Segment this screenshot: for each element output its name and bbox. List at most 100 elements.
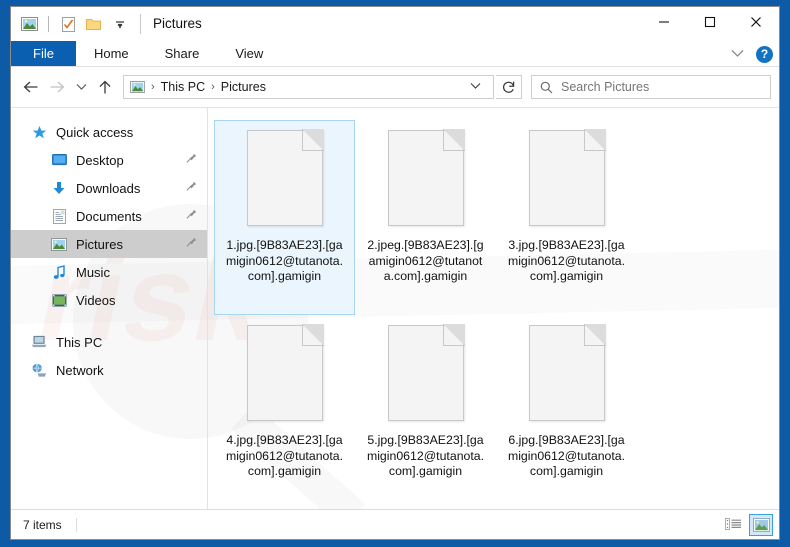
sidebar-label-this-pc: This PC: [56, 334, 103, 350]
search-input[interactable]: Search Pictures: [531, 75, 771, 99]
sidebar-item-downloads[interactable]: Downloads: [11, 174, 207, 202]
blank-file-icon: [246, 324, 324, 421]
sidebar-item-music[interactable]: Music: [11, 258, 207, 286]
this-pc-icon: [29, 333, 49, 351]
sidebar-item-pictures[interactable]: Pictures: [11, 230, 207, 258]
chevron-down-icon[interactable]: [727, 47, 748, 61]
ribbon-tab-bar: File Home Share View ?: [11, 41, 779, 67]
properties-icon[interactable]: [58, 14, 78, 34]
blank-file-icon: [387, 129, 465, 226]
download-icon: [49, 179, 69, 197]
file-name: 1.jpg.[9B83AE23].[gamigin0612@tutanota.c…: [225, 238, 344, 283]
new-folder-icon[interactable]: [84, 14, 104, 34]
file-item[interactable]: 6.jpg.[9B83AE23].[gamigin0612@tutanota.c…: [496, 315, 637, 509]
file-explorer-window: Pictures File Home Share View ? › This P…: [10, 6, 780, 540]
window-controls: [641, 7, 779, 37]
details-view-button[interactable]: [721, 514, 745, 536]
file-list-pane[interactable]: 1.jpg.[9B83AE23].[gamigin0612@tutanota.c…: [208, 108, 779, 509]
file-name: 2.jpeg.[9B83AE23].[gamigin0612@tutanota.…: [367, 238, 484, 283]
sidebar-label-quick-access: Quick access: [56, 124, 134, 140]
breadcrumb-separator-2: ›: [211, 81, 215, 93]
refresh-button[interactable]: [496, 75, 522, 99]
status-bar: 7 items: [11, 509, 779, 539]
sidebar-label-documents: Documents: [76, 208, 142, 224]
search-placeholder: Search Pictures: [561, 80, 650, 94]
minimize-button[interactable]: [641, 7, 687, 37]
quick-access-toolbar: [11, 14, 130, 34]
up-button[interactable]: [93, 74, 117, 100]
sidebar-item-documents[interactable]: Documents: [11, 202, 207, 230]
document-icon: [49, 207, 69, 225]
blank-file-icon: [528, 129, 606, 226]
sidebar-item-videos[interactable]: Videos: [11, 286, 207, 314]
file-icon-wrap: [387, 324, 465, 429]
file-icon-wrap: [528, 129, 606, 234]
file-name: 5.jpg.[9B83AE23].[gamigin0612@tutanota.c…: [366, 433, 485, 478]
pin-icon[interactable]: [186, 181, 197, 196]
file-item[interactable]: 4.jpg.[9B83AE23].[gamigin0612@tutanota.c…: [214, 315, 355, 509]
file-icon-wrap: [246, 324, 324, 429]
star-icon: [29, 123, 49, 141]
pin-icon[interactable]: [186, 153, 197, 168]
file-name: 3.jpg.[9B83AE23].[gamigin0612@tutanota.c…: [507, 238, 626, 283]
window-title: Pictures: [140, 14, 202, 34]
breadcrumb-dropdown-icon[interactable]: [464, 81, 487, 93]
network-icon: [29, 361, 49, 379]
blank-file-icon: [387, 324, 465, 421]
file-name: 6.jpg.[9B83AE23].[gamigin0612@tutanota.c…: [507, 433, 626, 478]
file-icon-wrap: [528, 324, 606, 429]
file-grid: 1.jpg.[9B83AE23].[gamigin0612@tutanota.c…: [214, 120, 773, 509]
sidebar-item-network[interactable]: Network: [11, 356, 207, 384]
item-count: 7 items: [23, 517, 77, 532]
search-icon: [540, 81, 553, 94]
desktop-icon: [49, 151, 69, 169]
file-icon-wrap: [246, 129, 324, 234]
pin-icon[interactable]: [186, 237, 197, 252]
sidebar-label-network: Network: [56, 362, 104, 378]
file-item[interactable]: 2.jpeg.[9B83AE23].[gamigin0612@tutanota.…: [355, 120, 496, 315]
tab-share[interactable]: Share: [147, 41, 218, 66]
blank-file-icon: [246, 129, 324, 226]
music-icon: [49, 263, 69, 281]
sidebar-item-desktop[interactable]: Desktop: [11, 146, 207, 174]
explorer-body: risk Quick access Desktop Downloads Docu…: [11, 107, 779, 509]
blank-file-icon: [528, 324, 606, 421]
forward-button[interactable]: [45, 74, 69, 100]
recent-locations-button[interactable]: [71, 74, 91, 100]
sidebar-label-videos: Videos: [76, 292, 116, 308]
view-mode-buttons: [721, 513, 773, 536]
navigation-pane: Quick access Desktop Downloads Documents…: [11, 108, 208, 509]
file-name: 4.jpg.[9B83AE23].[gamigin0612@tutanota.c…: [225, 433, 344, 478]
large-icons-view-button[interactable]: [749, 513, 773, 536]
file-item[interactable]: 5.jpg.[9B83AE23].[gamigin0612@tutanota.c…: [355, 315, 496, 509]
pin-icon[interactable]: [186, 209, 197, 224]
sidebar-item-this-pc[interactable]: This PC: [11, 328, 207, 356]
tab-home[interactable]: Home: [76, 41, 147, 66]
video-icon: [49, 291, 69, 309]
breadcrumb-item-this-pc[interactable]: This PC: [161, 80, 205, 94]
sidebar-label-pictures: Pictures: [76, 236, 123, 252]
sidebar-item-quick-access[interactable]: Quick access: [11, 118, 207, 146]
sidebar-label-music: Music: [76, 264, 110, 280]
maximize-button[interactable]: [687, 7, 733, 37]
address-bar: › This PC › Pictures Search Pictures: [11, 67, 779, 107]
sidebar-label-downloads: Downloads: [76, 180, 141, 196]
sidebar-label-desktop: Desktop: [76, 152, 124, 168]
desktop-background: Pictures File Home Share View ? › This P…: [0, 0, 790, 547]
pictures-folder-icon[interactable]: [19, 14, 39, 34]
tab-file[interactable]: File: [11, 41, 76, 66]
toolbar-separator: [48, 16, 49, 32]
file-icon-wrap: [387, 129, 465, 234]
file-item[interactable]: 1.jpg.[9B83AE23].[gamigin0612@tutanota.c…: [214, 120, 355, 315]
tab-view[interactable]: View: [217, 41, 281, 66]
customize-dropdown-icon[interactable]: [110, 14, 130, 34]
file-item[interactable]: 3.jpg.[9B83AE23].[gamigin0612@tutanota.c…: [496, 120, 637, 315]
help-icon[interactable]: ?: [756, 45, 773, 63]
close-button[interactable]: [733, 7, 779, 37]
back-button[interactable]: [19, 74, 43, 100]
breadcrumb-separator-1: ›: [151, 81, 155, 93]
title-bar: Pictures: [11, 7, 779, 41]
breadcrumb-item-pictures[interactable]: Pictures: [221, 80, 266, 94]
breadcrumb[interactable]: › This PC › Pictures: [123, 75, 494, 99]
